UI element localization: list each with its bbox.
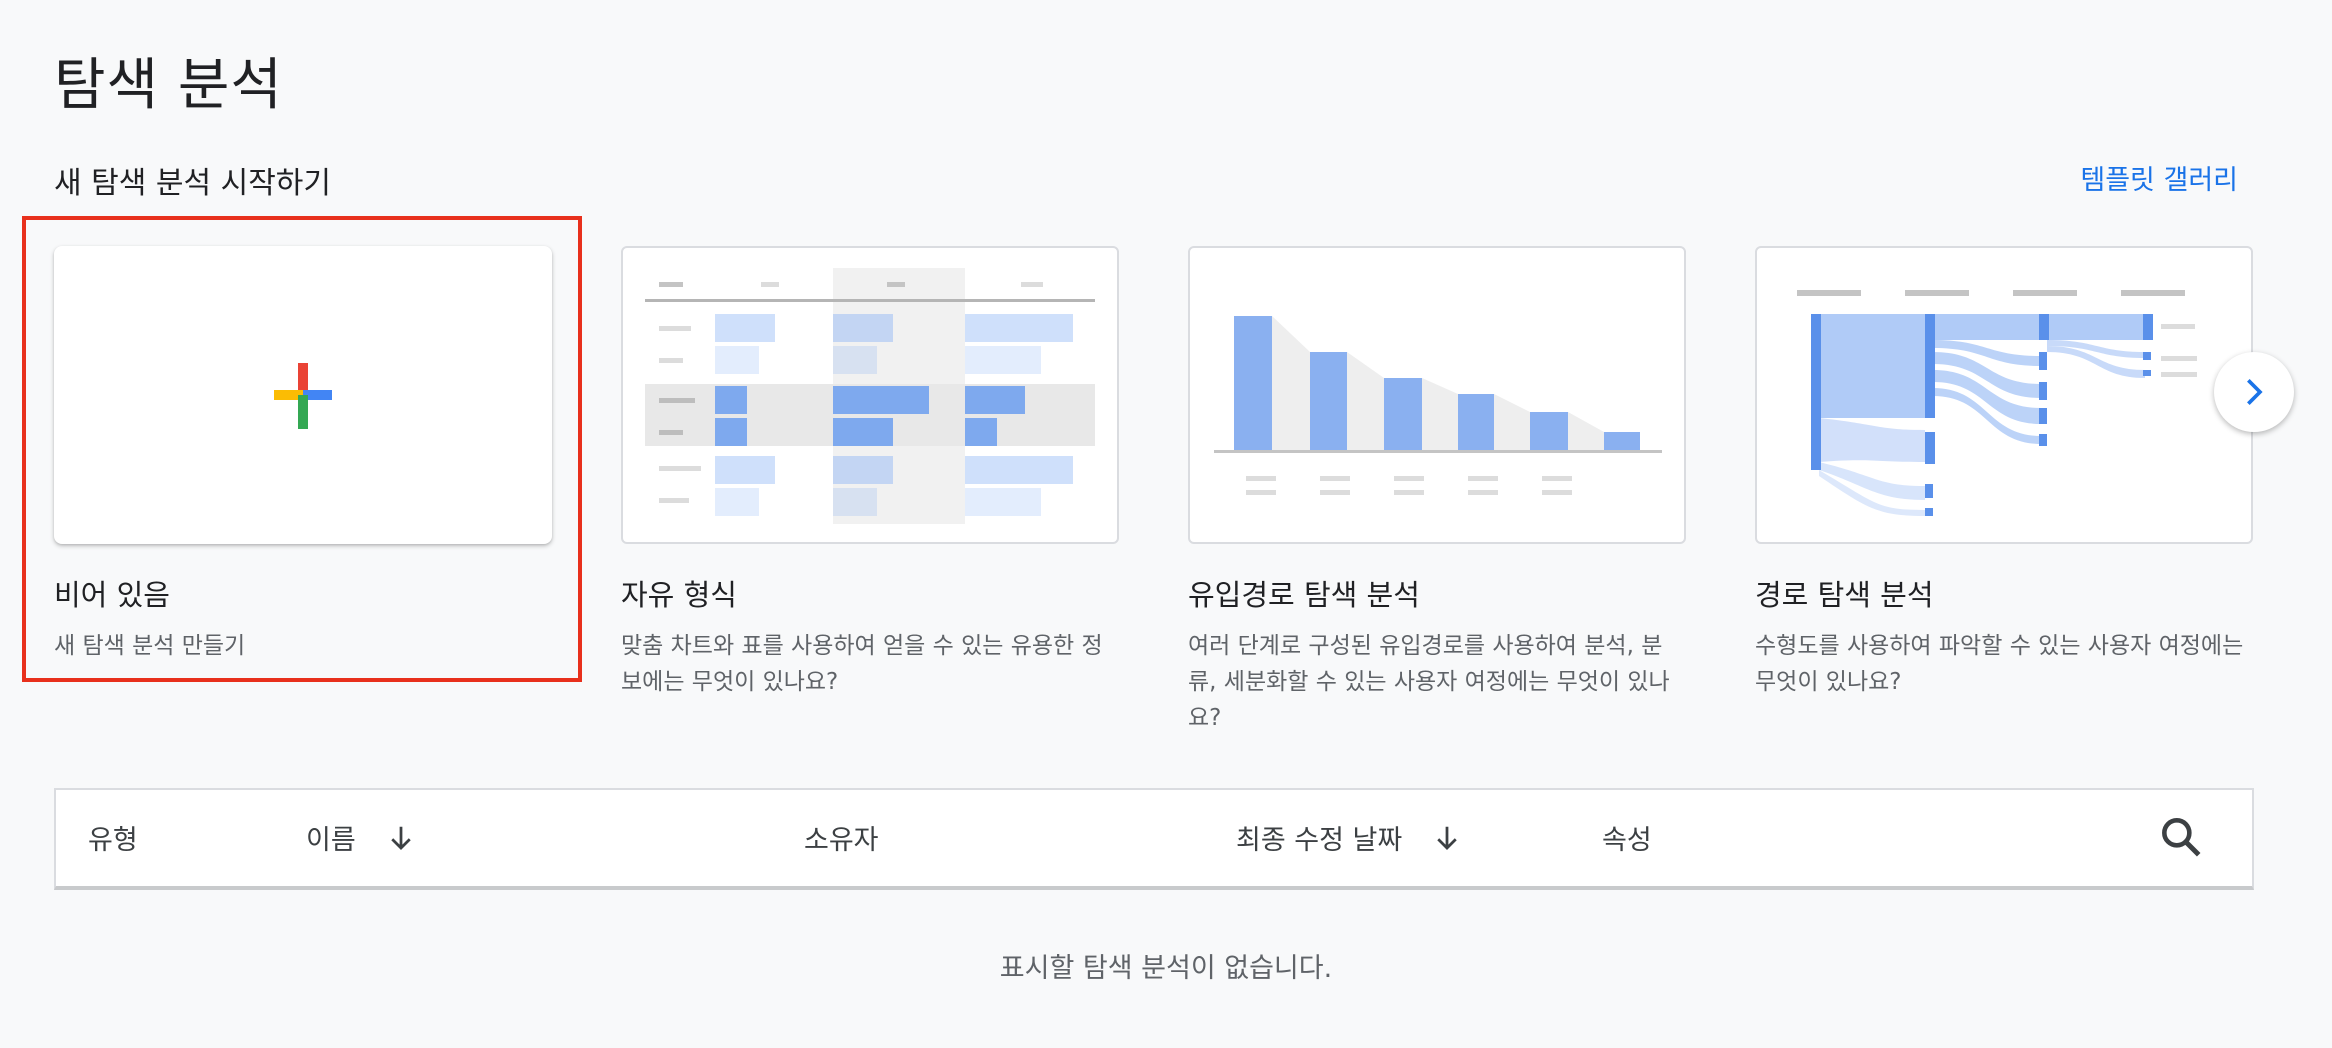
column-owner-label: 소유자 bbox=[804, 825, 879, 856]
card-title: 경로 탐색 분석 bbox=[1755, 578, 1934, 612]
next-templates-button[interactable] bbox=[2214, 352, 2294, 432]
selection-highlight bbox=[22, 216, 582, 682]
card-description: 수형도를 사용하여 파악할 수 있는 사용자 여정에는 무엇이 있나요? bbox=[1755, 633, 2244, 695]
section-heading: 새 탐색 분석 시작하기 bbox=[54, 166, 332, 201]
funnel-illustration bbox=[1214, 316, 1662, 495]
free-form-card[interactable]: 자유 형식 맞춤 차트와 표를 사용하여 얻을 수 있는 유용한 정보에는 무엇… bbox=[621, 246, 1119, 700]
table-illustration bbox=[645, 268, 1095, 524]
column-modified[interactable]: 최종 수정 날짜 bbox=[1236, 818, 1462, 857]
funnel-thumbnail[interactable] bbox=[1188, 246, 1686, 544]
column-name-label: 이름 bbox=[306, 825, 356, 856]
column-owner[interactable]: 소유자 bbox=[804, 818, 879, 857]
funnel-exploration-card[interactable]: 유입경로 탐색 분석 여러 단계로 구성된 유입경로를 사용하여 분석, 분류,… bbox=[1188, 246, 1686, 736]
empty-state-message: 표시할 탐색 분석이 없습니다. bbox=[999, 953, 1333, 984]
path-exploration-card[interactable]: 경로 탐색 분석 수형도를 사용하여 파악할 수 있는 사용자 여정에는 무엇이… bbox=[1755, 246, 2253, 700]
column-property-label: 속성 bbox=[1602, 825, 1652, 856]
path-illustration bbox=[1797, 290, 2197, 516]
search-icon bbox=[2162, 818, 2201, 857]
explorations-table-header: 유형 이름 소유자 최종 수정 날짜 속성 bbox=[54, 788, 2254, 890]
card-title: 유입경로 탐색 분석 bbox=[1188, 578, 1420, 612]
search-button[interactable] bbox=[2156, 812, 2206, 862]
template-gallery-link[interactable]: 템플릿 갤러리 bbox=[2080, 158, 2238, 197]
column-type[interactable]: 유형 bbox=[88, 818, 138, 857]
card-title: 자유 형식 bbox=[621, 578, 737, 612]
card-description: 여러 단계로 구성된 유입경로를 사용하여 분석, 분류, 세분화할 수 있는 … bbox=[1188, 633, 1670, 731]
path-thumbnail[interactable] bbox=[1755, 246, 2253, 544]
column-name[interactable]: 이름 bbox=[306, 818, 416, 857]
free-form-thumbnail[interactable] bbox=[621, 246, 1119, 544]
chevron-right-icon bbox=[2247, 379, 2263, 405]
arrow-down-icon[interactable] bbox=[386, 822, 416, 854]
page-title: 탐색 분석 bbox=[54, 53, 283, 118]
column-modified-label: 최종 수정 날짜 bbox=[1236, 825, 1403, 856]
arrow-down-icon[interactable] bbox=[1432, 822, 1462, 854]
card-description: 맞춤 차트와 표를 사용하여 얻을 수 있는 유용한 정보에는 무엇이 있나요? bbox=[621, 633, 1103, 695]
column-property[interactable]: 속성 bbox=[1602, 818, 1652, 857]
column-type-label: 유형 bbox=[88, 825, 138, 856]
